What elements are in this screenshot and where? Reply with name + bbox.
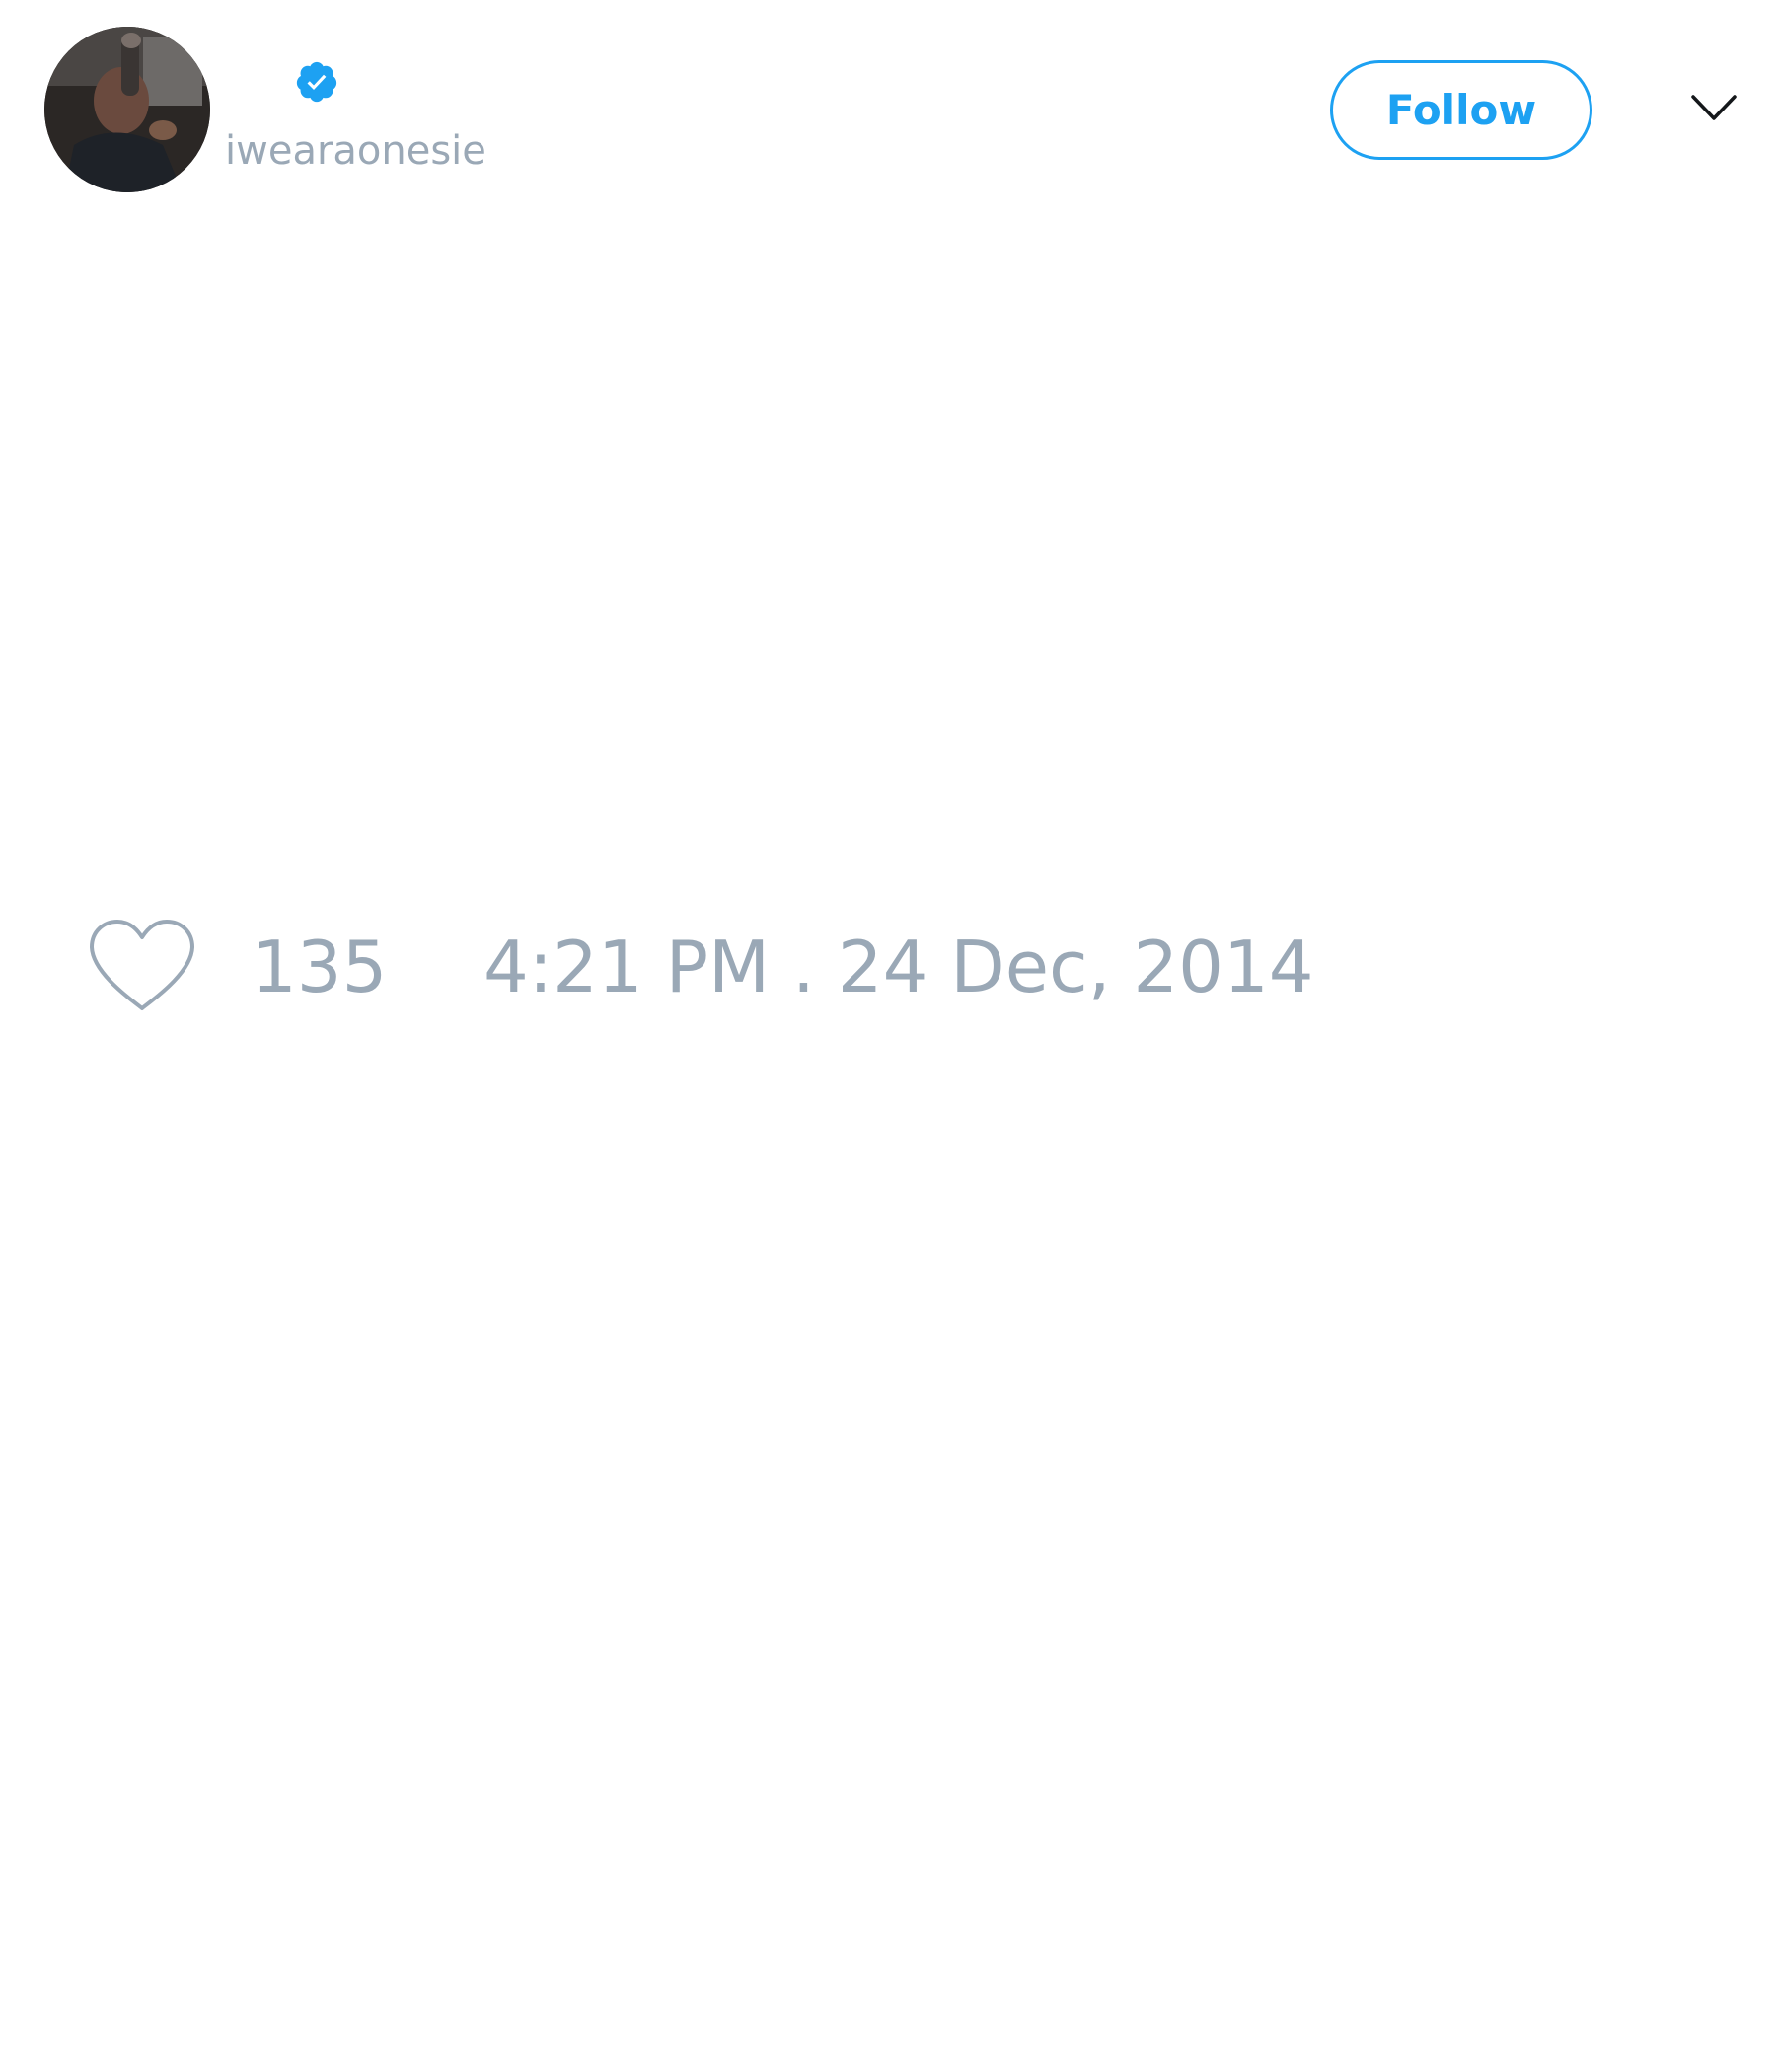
chevron-down-icon[interactable] [1689,91,1739,126]
avatar[interactable] [44,27,210,192]
heart-icon[interactable] [87,918,197,1016]
verified-badge-icon [296,61,337,103]
avatar-photo [44,27,210,192]
like-count: 135 [252,925,388,1008]
author-handle[interactable]: iwearaonesie [225,126,486,176]
tweet-timestamp[interactable]: 4:21 PM . 24 Dec, 2014 [483,927,1314,1006]
follow-button[interactable]: Follow [1330,60,1592,160]
